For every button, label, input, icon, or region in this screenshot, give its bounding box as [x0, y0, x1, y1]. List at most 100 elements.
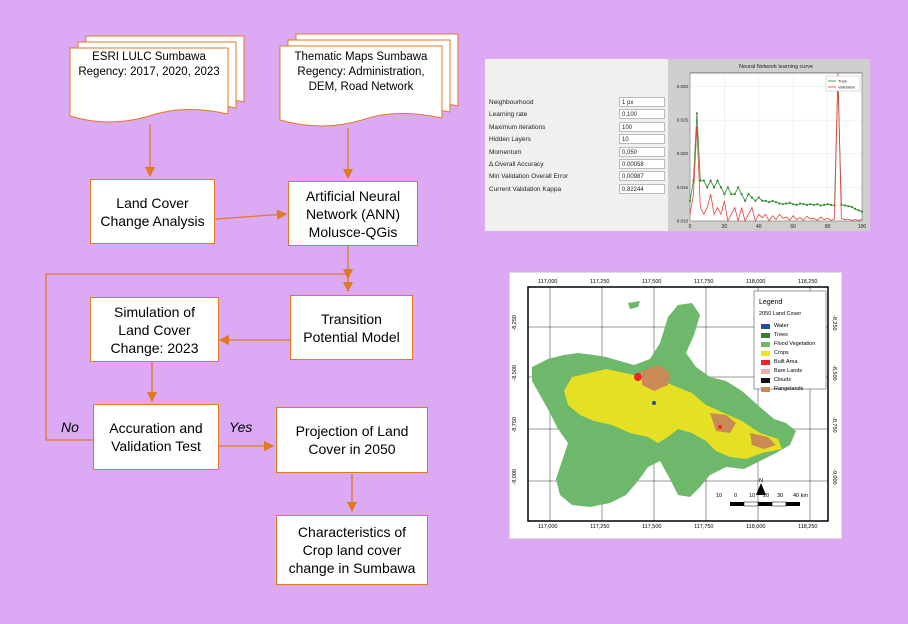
- y-tick-label: 0.025: [677, 118, 689, 123]
- y-tick-label: 0.015: [677, 185, 689, 190]
- map-top-tick: 117,250: [590, 279, 610, 285]
- param-label: Maximum iterations: [489, 123, 546, 131]
- train-point: [761, 199, 764, 202]
- scale-label: 10: [749, 493, 756, 499]
- param-row: Δ Overall Accuracy 0.00058: [485, 159, 668, 171]
- train-point: [716, 179, 719, 182]
- legend-title: Legend: [759, 299, 783, 306]
- param-value-field[interactable]: 0,050: [619, 146, 665, 157]
- train-point: [709, 179, 712, 182]
- map-top-tick: 117,750: [694, 279, 714, 285]
- legend-swatch: [761, 387, 770, 392]
- legend-swatch: [761, 342, 770, 347]
- legend-subtitle: 2050 Land Cover: [759, 311, 802, 317]
- map-bottom-tick: 118,250: [798, 524, 818, 530]
- train-point: [819, 204, 822, 207]
- param-value-field[interactable]: 100: [619, 121, 665, 132]
- legend-label: Rangelands: [774, 386, 804, 392]
- scale-bar: [730, 501, 800, 507]
- train-point: [795, 203, 798, 206]
- legend-swatch: [761, 369, 770, 374]
- scale-label: 40 km: [793, 493, 808, 499]
- train-point: [737, 186, 740, 189]
- train-point: [768, 201, 771, 204]
- map-top-tick: 117,500: [642, 279, 662, 285]
- doc-thematic-text: Thematic Maps Sumbawa Regency: Administr…: [294, 51, 428, 93]
- transition-potential-box: Transition Potential Model: [290, 295, 413, 360]
- map-top-tick: 118,250: [798, 279, 818, 285]
- train-point: [774, 201, 778, 204]
- train-point: [792, 203, 795, 206]
- learning-curve-chart: Neural Network learning curve 0 20 40 60 80 10…: [677, 64, 867, 230]
- ann-params: Neighbourhood 1 px Learning rate 0,100 Maxim…: [485, 97, 668, 237]
- x-tick-label: 60: [790, 224, 796, 230]
- param-value-field[interactable]: 10: [619, 134, 665, 145]
- param-value-field[interactable]: 0.00058: [619, 159, 665, 169]
- legend-swatch: [761, 333, 770, 338]
- train-point: [730, 192, 733, 196]
- label-yes: Yes: [229, 419, 253, 435]
- train-point: [850, 205, 853, 208]
- param-row: Maximum iterations 100: [485, 121, 668, 134]
- param-row: Current Validation Kappa 0.82244: [485, 183, 668, 196]
- train-point: [764, 199, 767, 202]
- train-point: [781, 203, 784, 206]
- legend-swatch: [761, 378, 770, 383]
- learning-curve-bg: Neural Network learning curve 0 20 40 60 80 10…: [668, 59, 870, 231]
- map-right-tick: -8,500: [831, 365, 837, 381]
- train-point: [733, 192, 736, 196]
- map-bottom-tick: 118,000: [746, 524, 766, 530]
- scale-label: 10: [716, 493, 723, 499]
- train-point: [823, 203, 826, 206]
- train-point: [702, 179, 705, 182]
- map-bottom-tick: 117,000: [538, 524, 558, 530]
- doc-lulc-text: ESRI LULC Sumbawa Regency: 2017, 2020, 2…: [78, 51, 220, 78]
- param-value-field[interactable]: 0,100: [619, 109, 665, 120]
- train-point: [854, 207, 857, 210]
- train-point: [771, 199, 774, 202]
- train-point: [688, 199, 692, 202]
- legend-swatch: [761, 324, 770, 329]
- train-point: [712, 186, 716, 189]
- scale-label: 20: [763, 493, 770, 499]
- legend-label-validation: Validation: [838, 85, 855, 90]
- param-value-field[interactable]: 0.82244: [619, 183, 665, 194]
- train-point: [743, 199, 747, 202]
- map-right-tick: -8,250: [831, 315, 837, 331]
- map-bottom-tick: 117,250: [590, 524, 610, 530]
- param-label: Hidden Layers: [489, 136, 531, 144]
- map-left-tick: -8,500: [512, 365, 518, 381]
- train-point: [809, 203, 812, 206]
- x-tick-label: 40: [756, 224, 762, 230]
- legend-swatch: [761, 351, 770, 356]
- train-point: [750, 196, 754, 199]
- train-point: [829, 203, 833, 206]
- train-point: [785, 202, 788, 205]
- param-label: Current Validation Kappa: [489, 185, 562, 193]
- train-point: [860, 210, 864, 213]
- train-point: [843, 204, 846, 207]
- param-label: Δ Overall Accuracy: [489, 161, 544, 168]
- y-tick-label: 0.010: [677, 219, 689, 224]
- param-value-field[interactable]: 0.00987: [619, 171, 665, 182]
- train-point: [812, 203, 815, 206]
- train-point: [740, 192, 743, 196]
- train-point: [847, 205, 850, 208]
- map-panel: Legend 2050 Land Cover Water Trees Flood V…: [509, 272, 842, 539]
- legend-label: Clouds: [774, 377, 792, 383]
- param-row: Momentum 0,050: [485, 146, 668, 159]
- x-tick-label: 0: [689, 224, 692, 230]
- x-tick-label: 20: [722, 224, 728, 230]
- map-right-tick: -9,000: [831, 469, 837, 485]
- param-label: Neighbourhood: [489, 99, 534, 106]
- scale-label: 30: [777, 493, 784, 499]
- param-value-field[interactable]: 1 px: [619, 97, 665, 107]
- legend-label: Bare Lands: [774, 368, 803, 374]
- train-point: [723, 192, 726, 196]
- map-bottom-tick: 117,500: [642, 524, 662, 530]
- train-point: [778, 202, 781, 205]
- train-point: [798, 202, 802, 205]
- train-point: [719, 186, 723, 189]
- y-tick-label: 0.030: [677, 84, 689, 89]
- train-point: [805, 203, 809, 206]
